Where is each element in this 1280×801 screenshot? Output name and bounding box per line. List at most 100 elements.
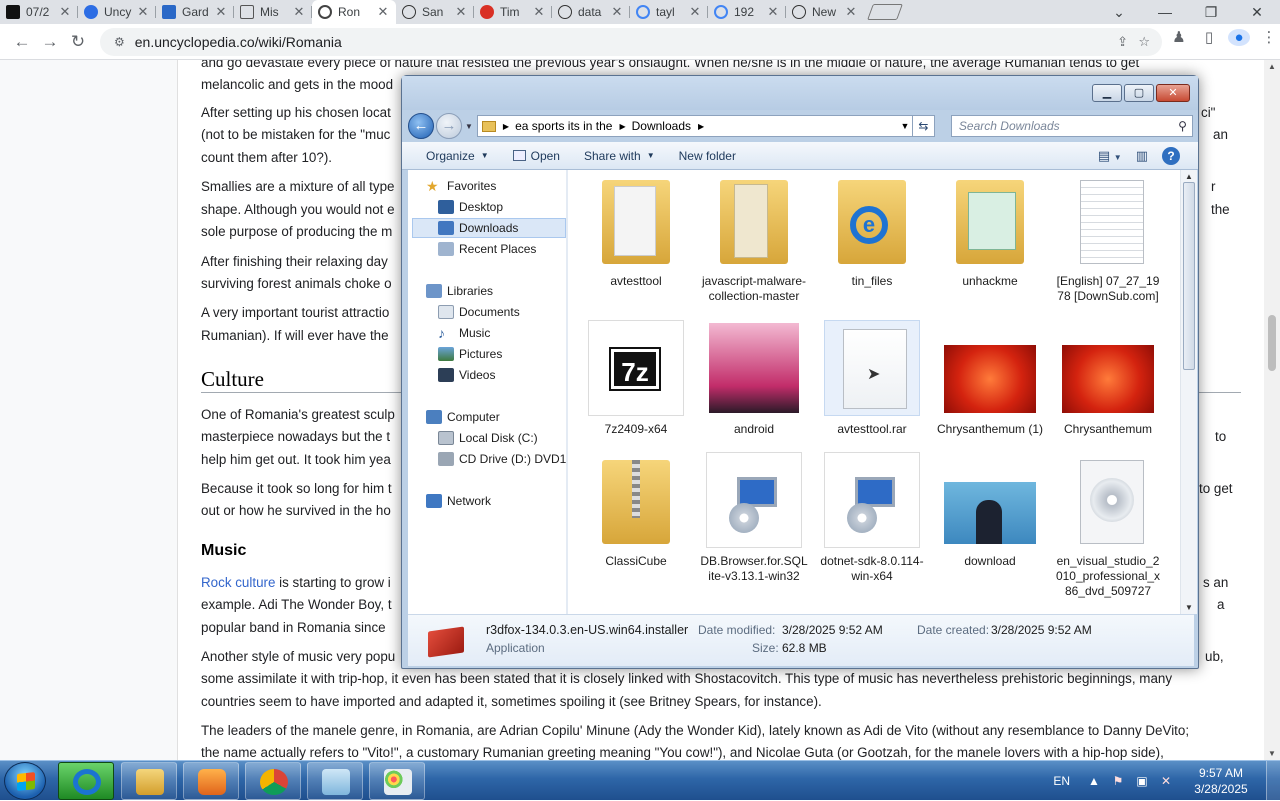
close-icon[interactable]: ✕ [1156, 84, 1190, 102]
file-list-scrollbar[interactable]: ▲ ▼ [1180, 170, 1197, 614]
action-center-icon[interactable]: ⚑ [1108, 774, 1128, 788]
share-icon[interactable]: ⇪ [1117, 34, 1128, 50]
scroll-up-icon[interactable]: ▲ [1264, 62, 1280, 71]
nav-local-disk[interactable]: Local Disk (C:) [438, 428, 538, 448]
browser-tab[interactable]: 07/2 ✕ [0, 0, 78, 24]
file-item[interactable]: dotnet-sdk-8.0.114-win-x64 [818, 452, 926, 584]
file-item[interactable]: avtesttool [582, 172, 690, 289]
browser-tab[interactable]: San ✕ [396, 0, 474, 24]
file-item[interactable]: android [700, 320, 808, 437]
menu-icon[interactable]: ⋮ [1258, 28, 1280, 46]
preview-pane-icon[interactable]: ▥ [1136, 148, 1148, 164]
file-item[interactable]: ClassiCube [582, 452, 690, 569]
taskbar-notepad-button[interactable] [307, 762, 363, 800]
breadcrumb-segment[interactable]: ea sports its in the [515, 119, 612, 133]
rock-culture-link[interactable]: Rock culture [201, 575, 275, 590]
browser-tab[interactable]: 192 ✕ [708, 0, 786, 24]
close-icon[interactable]: ✕ [766, 4, 780, 20]
nav-network[interactable]: Network [426, 491, 491, 511]
close-icon[interactable]: ✕ [58, 4, 72, 20]
scrollbar-thumb[interactable] [1268, 315, 1276, 371]
browser-tab[interactable]: Tim ✕ [474, 0, 552, 24]
back-icon[interactable]: ← [8, 32, 36, 52]
taskbar-media-player-button[interactable] [183, 762, 239, 800]
close-icon[interactable]: ✕ [688, 4, 702, 20]
network-icon[interactable]: ▣ [1132, 774, 1152, 788]
search-downloads-input[interactable]: Search Downloads ⚲ [950, 115, 1193, 137]
file-item[interactable]: javascript-malware-collection-master [700, 172, 808, 304]
open-button[interactable]: Open [512, 149, 560, 163]
share-with-button[interactable]: Share with ▼ [584, 149, 655, 163]
explorer-window[interactable]: ▁ ▢ ✕ ← → ▼ ▶ ea sports its in the ▶ Dow… [401, 75, 1199, 669]
new-folder-button[interactable]: New folder [679, 149, 736, 163]
address-dropdown-icon[interactable]: ▼ [898, 121, 912, 131]
new-tab-button[interactable] [867, 4, 903, 20]
clock[interactable]: 9:57 AM 3/28/2025 [1186, 765, 1256, 797]
nav-favorites[interactable]: ★ Favorites [426, 176, 496, 196]
forward-arrow-icon[interactable]: → [436, 113, 462, 139]
recent-pages-dropdown-icon[interactable]: ▼ [465, 122, 473, 131]
forward-icon[interactable]: → [36, 32, 64, 52]
browser-tab[interactable]: Gard ✕ [156, 0, 234, 24]
chevron-right-icon[interactable]: ▶ [619, 122, 625, 131]
taskbar-paint-button[interactable] [369, 762, 425, 800]
file-item[interactable]: Chrysanthemum (1) [936, 320, 1044, 437]
taskbar-chrome-button[interactable] [245, 762, 301, 800]
start-button[interactable] [4, 762, 46, 800]
scroll-up-icon[interactable]: ▲ [1185, 172, 1193, 181]
file-item[interactable]: ➤ avtesttool.rar [818, 320, 926, 437]
nav-computer[interactable]: Computer [426, 407, 500, 427]
restore-icon[interactable]: ❐ [1188, 0, 1234, 24]
nav-pictures[interactable]: Pictures [438, 344, 502, 364]
nav-desktop[interactable]: Desktop [438, 197, 503, 217]
file-item[interactable]: download [936, 452, 1044, 569]
nav-downloads[interactable]: Downloads [412, 218, 566, 238]
file-item[interactable]: e tin_files [818, 172, 926, 289]
file-item[interactable]: [English] 07_27_1978 [DownSub.com] [1054, 172, 1162, 304]
show-desktop-button[interactable] [1266, 761, 1280, 801]
file-item[interactable]: en_visual_studio_2010_professional_x86_d… [1054, 452, 1162, 599]
browser-tab[interactable]: Uncy ✕ [78, 0, 156, 24]
browser-tab[interactable]: New ✕ [786, 0, 864, 24]
close-icon[interactable]: ✕ [292, 4, 306, 20]
organize-button[interactable]: Organize ▼ [426, 149, 489, 163]
file-item[interactable]: unhackme [936, 172, 1044, 289]
address-bar[interactable]: ⚙ en.uncyclopedia.co/wiki/Romania ⇪ ☆ [100, 28, 1162, 56]
close-icon[interactable]: ✕ [214, 4, 228, 20]
browser-tab[interactable]: Mis ✕ [234, 0, 312, 24]
nav-videos[interactable]: Videos [438, 365, 495, 385]
refresh-icon[interactable]: ⇆ [912, 115, 935, 137]
browser-tab-active[interactable]: Ron ✕ [312, 0, 396, 24]
nav-recent-places[interactable]: Recent Places [438, 239, 536, 259]
file-item[interactable]: Chrysanthemum [1054, 320, 1162, 437]
close-icon[interactable]: ✕ [136, 4, 150, 20]
close-icon[interactable]: ✕ [532, 4, 546, 20]
scrollbar-thumb[interactable] [1183, 182, 1195, 370]
back-arrow-icon[interactable]: ← [408, 113, 434, 139]
show-hidden-icons-icon[interactable]: ▲ [1084, 774, 1104, 788]
extension-icon[interactable]: ♟ [1168, 28, 1190, 46]
nav-cd-drive[interactable]: CD Drive (D:) DVD1 [438, 449, 566, 469]
minimize-icon[interactable]: — [1142, 0, 1188, 24]
minimize-icon[interactable]: ▁ [1092, 84, 1122, 102]
volume-muted-icon[interactable]: ✕ [1156, 774, 1176, 788]
site-info-icon[interactable]: ⚙ [114, 35, 125, 49]
profile-avatar-icon[interactable]: ● [1228, 28, 1250, 46]
chevron-right-icon[interactable]: ▶ [503, 122, 509, 131]
maximize-icon[interactable]: ▢ [1124, 84, 1154, 102]
nav-libraries[interactable]: Libraries [426, 281, 493, 301]
explorer-titlebar[interactable]: ▁ ▢ ✕ [402, 76, 1198, 110]
file-item[interactable]: 7z 7z2409-x64 [582, 320, 690, 437]
close-icon[interactable]: ✕ [376, 4, 390, 20]
tab-search-icon[interactable]: ⌄ [1096, 0, 1142, 24]
close-icon[interactable]: ✕ [610, 4, 624, 20]
language-indicator[interactable]: EN [1053, 774, 1070, 788]
explorer-address-bar[interactable]: ▶ ea sports its in the ▶ Downloads ▶ ▼ [476, 115, 913, 137]
taskbar-explorer-button[interactable] [121, 762, 177, 800]
browser-tab[interactable]: data ✕ [552, 0, 630, 24]
page-scrollbar[interactable]: ▲ ▼ [1264, 60, 1280, 760]
help-icon[interactable]: ? [1162, 147, 1180, 165]
reload-icon[interactable]: ↻ [64, 32, 92, 52]
scroll-down-icon[interactable]: ▼ [1185, 603, 1193, 612]
close-icon[interactable]: ✕ [844, 4, 858, 20]
